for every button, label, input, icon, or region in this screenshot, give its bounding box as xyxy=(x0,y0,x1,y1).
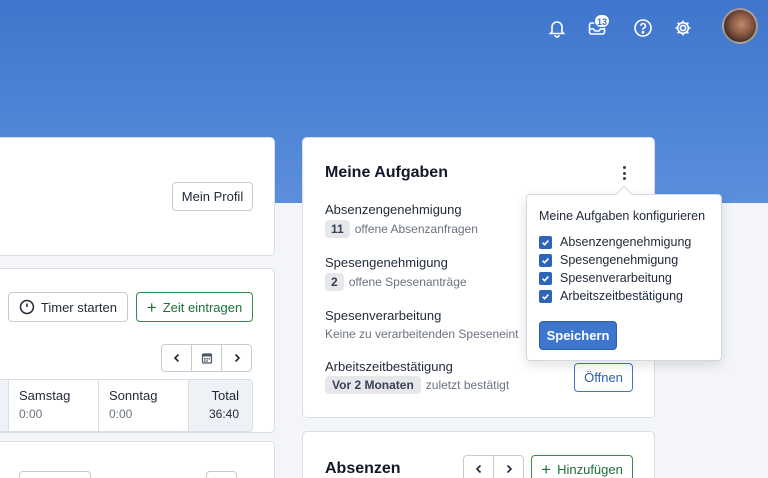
left-bottom-small-button[interactable] xyxy=(206,471,237,478)
total-value: 36:40 xyxy=(208,407,239,421)
check-icon xyxy=(542,275,549,282)
task-detail-text: offene Absenzanfragen xyxy=(354,222,478,236)
task-detail: Keine zu verarbeitenden Speseneint xyxy=(325,327,518,341)
task-detail: 11 offene Absenzanfragen xyxy=(325,220,478,238)
day-name: Samstag xyxy=(19,388,71,403)
previous-week-button[interactable] xyxy=(161,344,192,372)
task-detail-text: offene Spesenanträge xyxy=(348,275,467,289)
day-name: Sonntag xyxy=(109,388,158,403)
task-detail-text: Keine zu verarbeitenden Speseneint xyxy=(325,327,519,341)
left-bottom-card xyxy=(0,441,275,478)
inbox-badge: 13 xyxy=(593,14,610,28)
configure-tasks-popover: Meine Aufgaben konfigurieren Absenzengen… xyxy=(526,185,722,361)
option-absenzengenehmigung[interactable]: Absenzengenehmigung xyxy=(539,235,691,249)
more-options-icon[interactable] xyxy=(617,162,631,184)
day-value: 0:00 xyxy=(109,407,133,421)
open-button[interactable]: Öffnen xyxy=(574,363,633,392)
chevron-left-icon xyxy=(475,464,481,474)
option-spesenverarbeitung[interactable]: Spesenverarbeitung xyxy=(539,271,672,285)
total-label: Total xyxy=(211,388,239,403)
checkbox[interactable] xyxy=(539,253,552,267)
option-spesengenehmigung[interactable]: Spesengenehmigung xyxy=(539,253,678,267)
task-label: Arbeitszeitbestätigung xyxy=(325,359,453,374)
add-absence-button[interactable]: + Hinzufügen xyxy=(531,455,633,478)
left-bottom-button[interactable] xyxy=(19,471,91,478)
bell-icon[interactable] xyxy=(543,12,571,44)
option-label: Spesengenehmigung xyxy=(560,253,679,267)
option-label: Arbeitszeitbestätigung xyxy=(560,289,683,303)
absences-next-button[interactable] xyxy=(493,455,524,478)
gear-icon[interactable] xyxy=(669,12,697,44)
day-cell-sunday: Sonntag 0:00 xyxy=(98,380,188,431)
option-label: Absenzengenehmigung xyxy=(560,235,692,249)
inbox-icon[interactable]: 13 xyxy=(583,12,611,44)
add-time-label: Zeit eintragen xyxy=(162,299,243,315)
time-tracking-card: Timer starten + Zeit eintragen Samstag 0… xyxy=(0,268,275,433)
checkbox[interactable] xyxy=(539,271,552,285)
absences-title: Absenzen xyxy=(325,460,401,477)
chevron-right-icon xyxy=(506,464,512,474)
task-label: Spesenverarbeitung xyxy=(325,308,442,323)
task-count-badge: 2 xyxy=(325,273,344,291)
my-profile-button[interactable]: Mein Profil xyxy=(172,182,253,211)
task-label: Absenzengenehmigung xyxy=(325,202,462,217)
day-value: 0:00 xyxy=(19,407,43,421)
start-timer-button[interactable]: Timer starten xyxy=(8,292,128,322)
add-time-button[interactable]: + Zeit eintragen xyxy=(136,292,253,322)
add-absence-label: Hinzufügen xyxy=(557,461,623,477)
day-cell-total: Total 36:40 xyxy=(188,380,252,431)
popover-title: Meine Aufgaben konfigurieren xyxy=(539,209,706,223)
plus-icon: + xyxy=(146,297,157,317)
check-icon xyxy=(542,257,549,264)
option-arbeitszeitbestaetigung[interactable]: Arbeitszeitbestätigung xyxy=(539,289,683,303)
chevron-left-icon xyxy=(173,353,179,363)
calendar-icon xyxy=(201,353,212,364)
chevron-right-icon xyxy=(234,353,240,363)
checkbox[interactable] xyxy=(539,235,552,249)
tasks-title: Meine Aufgaben xyxy=(325,164,448,181)
task-label: Spesengenehmigung xyxy=(325,255,448,270)
task-count-badge: 11 xyxy=(325,220,350,238)
start-timer-label: Timer starten xyxy=(40,299,117,315)
clock-icon xyxy=(19,299,35,315)
calendar-button[interactable] xyxy=(191,344,222,372)
plus-icon: + xyxy=(541,459,552,478)
absences-card: Absenzen + Hinzufügen xyxy=(302,431,655,478)
day-cell-saturday: Samstag 0:00 xyxy=(8,380,98,431)
week-summary-table: Samstag 0:00 Sonntag 0:00 Total 36:40 xyxy=(0,379,253,432)
task-detail: Vor 2 Monaten zuletzt bestätigt xyxy=(325,376,509,394)
avatar[interactable] xyxy=(722,8,758,44)
absences-previous-button[interactable] xyxy=(463,455,494,478)
check-icon xyxy=(542,239,549,246)
check-icon xyxy=(542,293,549,300)
save-button[interactable]: Speichern xyxy=(539,321,617,350)
task-detail: 2 offene Spesenanträge xyxy=(325,273,467,291)
checkbox[interactable] xyxy=(539,289,552,303)
option-label: Spesenverarbeitung xyxy=(560,271,672,285)
next-week-button[interactable] xyxy=(221,344,252,372)
task-date-badge: Vor 2 Monaten xyxy=(325,376,421,394)
profile-card: Mein Profil xyxy=(0,137,275,256)
task-detail-text: zuletzt bestätigt xyxy=(425,378,510,392)
help-icon[interactable] xyxy=(629,12,657,44)
